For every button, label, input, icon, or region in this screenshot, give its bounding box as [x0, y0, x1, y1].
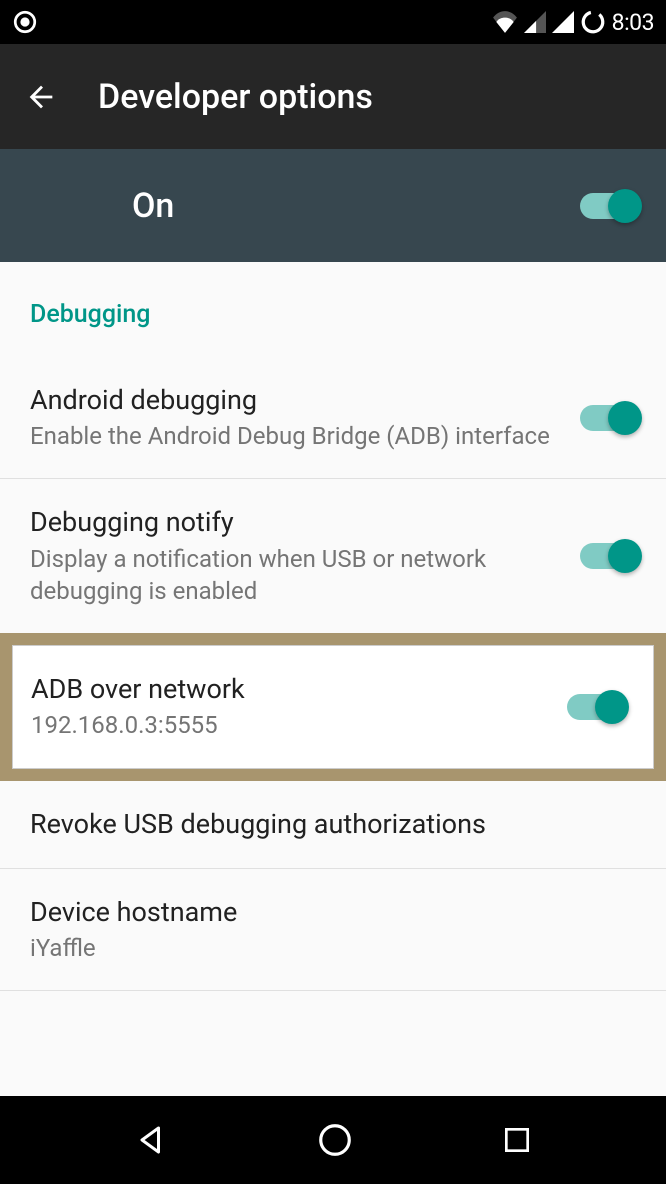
setting-title: Revoke USB debugging authorizations [30, 807, 622, 842]
setting-android-debugging[interactable]: Android debugging Enable the Android Deb… [0, 339, 666, 479]
master-toggle-label: On [132, 186, 174, 226]
adb-over-network-switch[interactable] [567, 694, 625, 720]
setting-adb-over-network[interactable]: ADB over network 192.168.0.3:5555 [12, 645, 654, 768]
loading-icon [580, 9, 606, 35]
app-bar: Developer options [0, 44, 666, 149]
setting-title: ADB over network [31, 672, 551, 707]
page-title: Developer options [98, 77, 373, 117]
debugging-notify-switch[interactable] [580, 543, 638, 569]
android-debugging-switch[interactable] [580, 405, 638, 431]
setting-title: Debugging notify [30, 505, 564, 540]
highlighted-setting-wrapper: ADB over network 192.168.0.3:5555 [0, 633, 666, 780]
master-toggle-switch[interactable] [580, 193, 638, 219]
signal-icon-2 [552, 11, 574, 33]
setting-title: Android debugging [30, 383, 564, 418]
master-toggle-row[interactable]: On [0, 149, 666, 262]
setting-title: Device hostname [30, 895, 622, 930]
setting-subtitle: Display a notification when USB or netwo… [30, 543, 564, 608]
section-header-debugging: Debugging [0, 262, 666, 339]
setting-revoke-usb[interactable]: Revoke USB debugging authorizations [0, 781, 666, 869]
nav-back-icon[interactable] [133, 1122, 169, 1158]
nav-recent-icon[interactable] [501, 1124, 533, 1156]
status-bar: 8:03 [0, 0, 666, 44]
setting-subtitle: iYaffle [30, 932, 622, 964]
navigation-bar [0, 1096, 666, 1184]
back-icon[interactable] [24, 80, 58, 114]
setting-device-hostname[interactable]: Device hostname iYaffle [0, 869, 666, 991]
settings-list: Debugging Android debugging Enable the A… [0, 262, 666, 991]
signal-icon-1 [524, 11, 546, 33]
target-icon [12, 9, 38, 35]
status-clock: 8:03 [612, 9, 654, 36]
wifi-icon [492, 11, 518, 33]
setting-debugging-notify[interactable]: Debugging notify Display a notification … [0, 479, 666, 633]
setting-subtitle: 192.168.0.3:5555 [31, 709, 551, 741]
setting-subtitle: Enable the Android Debug Bridge (ADB) in… [30, 420, 564, 452]
nav-home-icon[interactable] [316, 1121, 354, 1159]
